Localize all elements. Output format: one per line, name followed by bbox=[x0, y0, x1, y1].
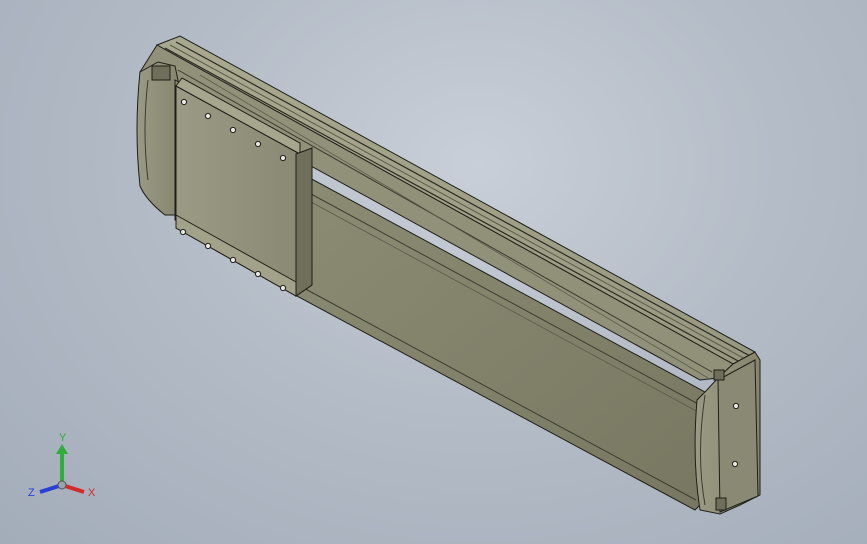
left-end-cap bbox=[136, 61, 181, 216]
hole bbox=[204, 242, 212, 250]
z-axis-label: Z bbox=[28, 487, 35, 499]
x-axis-label: X bbox=[88, 487, 96, 499]
y-arrow-icon bbox=[56, 444, 68, 454]
3d-model-linear-actuator[interactable] bbox=[0, 0, 867, 544]
hole bbox=[229, 126, 237, 134]
hole bbox=[179, 228, 187, 236]
right-end-plate bbox=[717, 359, 759, 513]
triad-origin bbox=[57, 480, 67, 490]
right-end-notch-bottom bbox=[715, 497, 727, 511]
left-end-notch bbox=[151, 65, 171, 81]
graphics-viewport[interactable]: Y X Z bbox=[0, 0, 867, 544]
hole bbox=[204, 112, 212, 120]
right-end-notch-top bbox=[713, 369, 725, 381]
hole bbox=[180, 98, 188, 106]
right-end-hole-2 bbox=[731, 460, 739, 468]
y-axis-label: Y bbox=[59, 432, 67, 444]
reference-triad: Y X Z bbox=[28, 432, 96, 499]
hole bbox=[279, 284, 287, 292]
hole bbox=[254, 140, 262, 148]
carriage-side bbox=[295, 147, 313, 297]
hole bbox=[254, 270, 262, 278]
right-end-hole-1 bbox=[732, 402, 740, 410]
hole bbox=[229, 256, 237, 264]
hole bbox=[279, 154, 287, 162]
